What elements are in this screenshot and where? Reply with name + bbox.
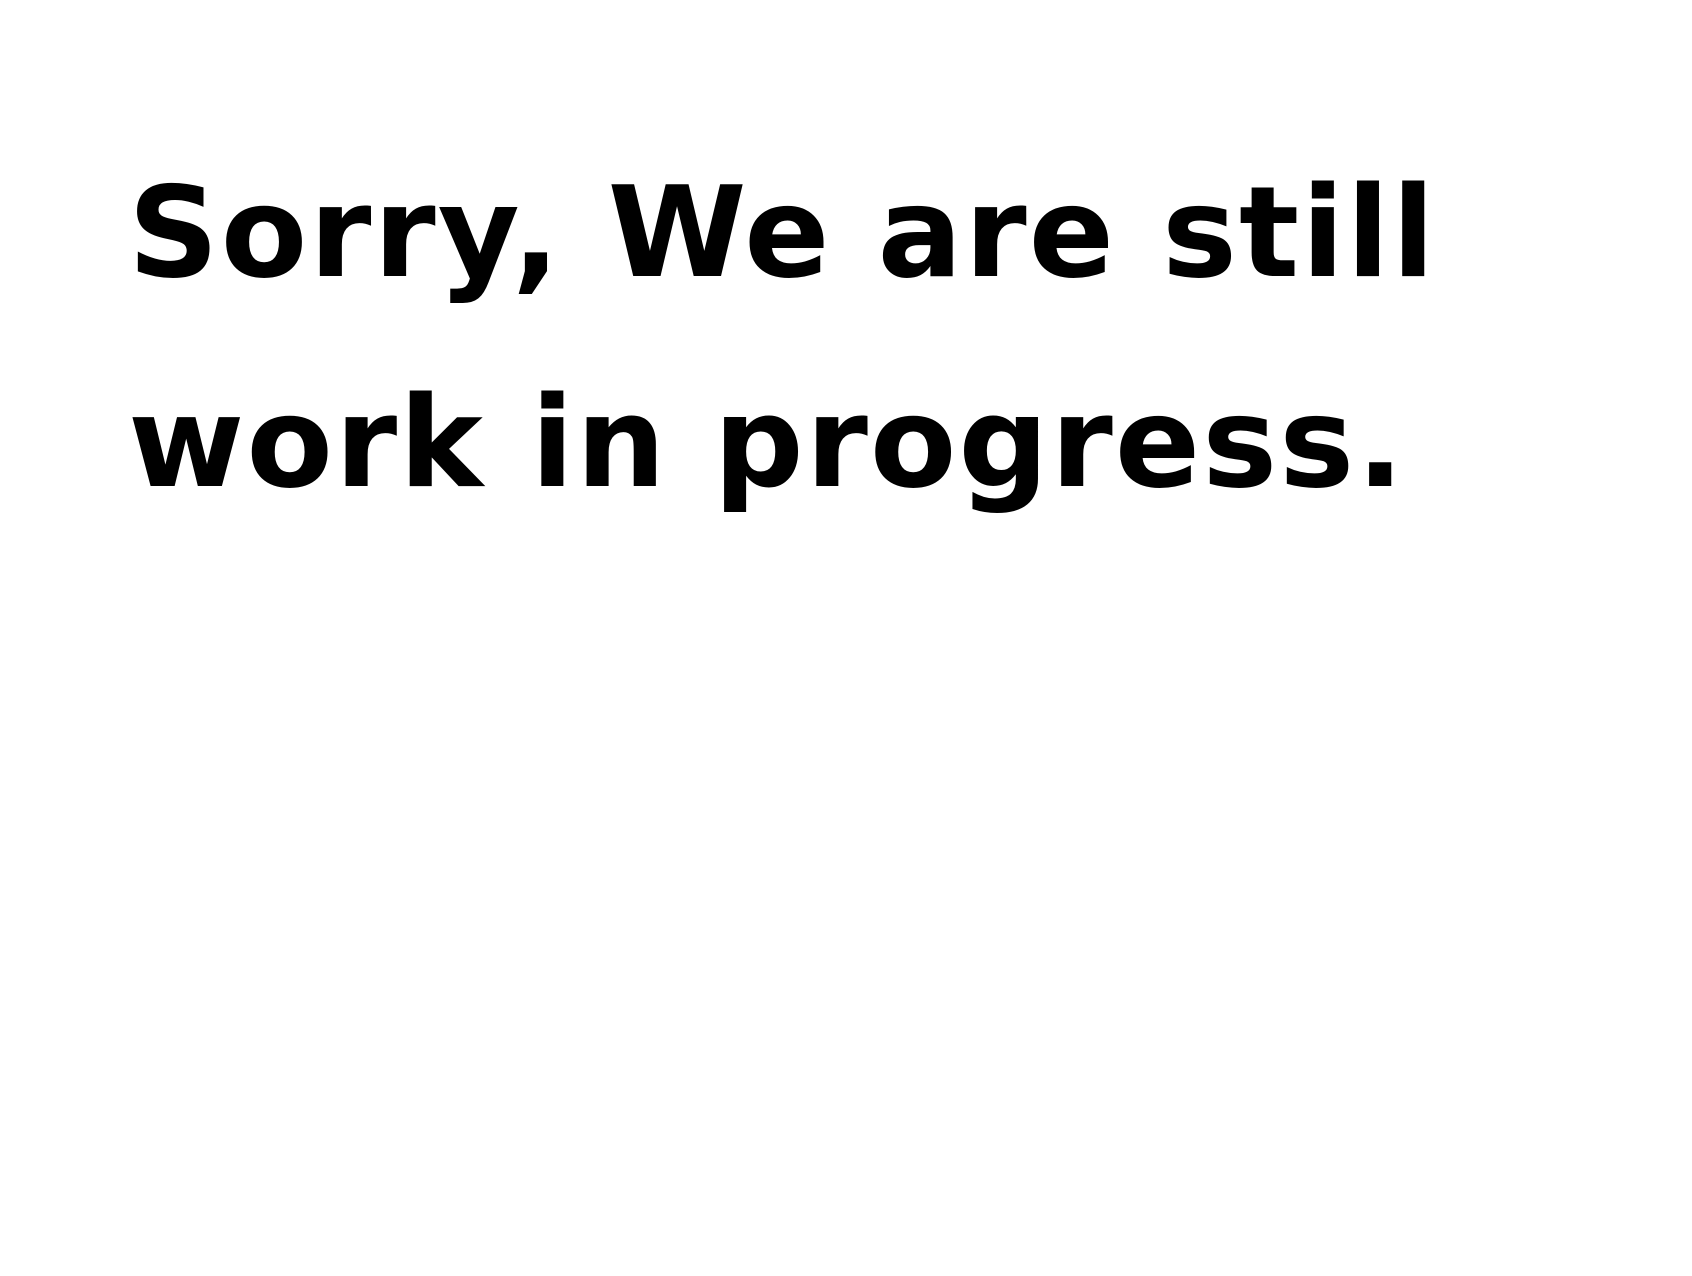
work-in-progress-page: Sorry, We are still work in progress.	[0, 0, 1692, 1276]
message-line-1: Sorry, We are still	[128, 159, 1437, 306]
work-in-progress-message: Sorry, We are still work in progress.	[128, 128, 1608, 548]
message-line-2: work in progress.	[128, 369, 1407, 516]
